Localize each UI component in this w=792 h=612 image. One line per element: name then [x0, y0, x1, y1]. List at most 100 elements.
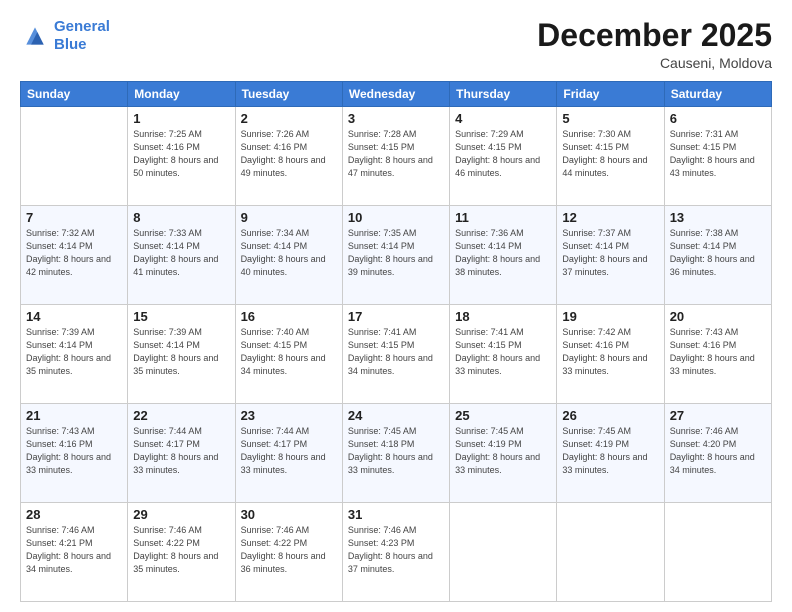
logo-text: General Blue: [54, 18, 110, 54]
day-info: Sunrise: 7:44 AM Sunset: 4:17 PM Dayligh…: [241, 425, 337, 477]
day-number: 29: [133, 507, 229, 522]
calendar-cell: 15 Sunrise: 7:39 AM Sunset: 4:14 PM Dayli…: [128, 305, 235, 404]
weekday-header-thursday: Thursday: [450, 82, 557, 107]
calendar-cell: [664, 503, 771, 602]
day-info: Sunrise: 7:32 AM Sunset: 4:14 PM Dayligh…: [26, 227, 122, 279]
day-number: 7: [26, 210, 122, 225]
day-info: Sunrise: 7:28 AM Sunset: 4:15 PM Dayligh…: [348, 128, 444, 180]
weekday-header-sunday: Sunday: [21, 82, 128, 107]
day-info: Sunrise: 7:26 AM Sunset: 4:16 PM Dayligh…: [241, 128, 337, 180]
day-info: Sunrise: 7:43 AM Sunset: 4:16 PM Dayligh…: [26, 425, 122, 477]
calendar-cell: 1Sunrise: 7:25 AM Sunset: 4:16 PM Daylig…: [128, 107, 235, 206]
day-number: 11: [455, 210, 551, 225]
calendar-cell: 3 Sunrise: 7:28 AM Sunset: 4:15 PM Daylig…: [342, 107, 449, 206]
title-block: December 2025 Causeni, Moldova: [537, 18, 772, 71]
day-number: 19: [562, 309, 658, 324]
calendar-cell: 30Sunrise: 7:46 AM Sunset: 4:22 PM Dayli…: [235, 503, 342, 602]
calendar-cell: 10 Sunrise: 7:35 AM Sunset: 4:14 PM Dayli…: [342, 206, 449, 305]
day-info: Sunrise: 7:29 AM Sunset: 4:15 PM Dayligh…: [455, 128, 551, 180]
calendar-cell: [450, 503, 557, 602]
day-number: 27: [670, 408, 766, 423]
day-info: Sunrise: 7:39 AM Sunset: 4:14 PM Dayligh…: [133, 326, 229, 378]
day-info: Sunrise: 7:45 AM Sunset: 4:19 PM Dayligh…: [455, 425, 551, 477]
week-row-2: 7 Sunrise: 7:32 AM Sunset: 4:14 PM Daylig…: [21, 206, 772, 305]
day-number: 5: [562, 111, 658, 126]
week-row-1: 1Sunrise: 7:25 AM Sunset: 4:16 PM Daylig…: [21, 107, 772, 206]
calendar-cell: 5Sunrise: 7:30 AM Sunset: 4:15 PM Daylig…: [557, 107, 664, 206]
day-number: 23: [241, 408, 337, 423]
calendar-cell: 21Sunrise: 7:43 AM Sunset: 4:16 PM Dayli…: [21, 404, 128, 503]
day-number: 1: [133, 111, 229, 126]
day-info: Sunrise: 7:38 AM Sunset: 4:14 PM Dayligh…: [670, 227, 766, 279]
day-info: Sunrise: 7:33 AM Sunset: 4:14 PM Dayligh…: [133, 227, 229, 279]
calendar-cell: 11 Sunrise: 7:36 AM Sunset: 4:14 PM Dayli…: [450, 206, 557, 305]
day-number: 10: [348, 210, 444, 225]
page: General Blue December 2025 Causeni, Mold…: [0, 0, 792, 612]
calendar-cell: 7 Sunrise: 7:32 AM Sunset: 4:14 PM Daylig…: [21, 206, 128, 305]
day-number: 2: [241, 111, 337, 126]
logo: General Blue: [20, 18, 110, 54]
calendar-cell: 8 Sunrise: 7:33 AM Sunset: 4:14 PM Daylig…: [128, 206, 235, 305]
calendar-cell: 29 Sunrise: 7:46 AM Sunset: 4:22 PM Dayli…: [128, 503, 235, 602]
day-number: 4: [455, 111, 551, 126]
day-info: Sunrise: 7:40 AM Sunset: 4:15 PM Dayligh…: [241, 326, 337, 378]
calendar-cell: 23 Sunrise: 7:44 AM Sunset: 4:17 PM Dayli…: [235, 404, 342, 503]
day-number: 8: [133, 210, 229, 225]
day-info: Sunrise: 7:36 AM Sunset: 4:14 PM Dayligh…: [455, 227, 551, 279]
calendar-cell: 22 Sunrise: 7:44 AM Sunset: 4:17 PM Dayli…: [128, 404, 235, 503]
day-number: 14: [26, 309, 122, 324]
week-row-5: 28Sunrise: 7:46 AM Sunset: 4:21 PM Dayli…: [21, 503, 772, 602]
calendar-cell: 19Sunrise: 7:42 AM Sunset: 4:16 PM Dayli…: [557, 305, 664, 404]
weekday-header-row: SundayMondayTuesdayWednesdayThursdayFrid…: [21, 82, 772, 107]
calendar-cell: 31 Sunrise: 7:46 AM Sunset: 4:23 PM Dayli…: [342, 503, 449, 602]
calendar-cell: 24Sunrise: 7:45 AM Sunset: 4:18 PM Dayli…: [342, 404, 449, 503]
day-number: 22: [133, 408, 229, 423]
weekday-header-friday: Friday: [557, 82, 664, 107]
day-info: Sunrise: 7:45 AM Sunset: 4:19 PM Dayligh…: [562, 425, 658, 477]
calendar-cell: 2 Sunrise: 7:26 AM Sunset: 4:16 PM Daylig…: [235, 107, 342, 206]
day-info: Sunrise: 7:34 AM Sunset: 4:14 PM Dayligh…: [241, 227, 337, 279]
day-info: Sunrise: 7:31 AM Sunset: 4:15 PM Dayligh…: [670, 128, 766, 180]
weekday-header-monday: Monday: [128, 82, 235, 107]
calendar-cell: 27 Sunrise: 7:46 AM Sunset: 4:20 PM Dayli…: [664, 404, 771, 503]
day-info: Sunrise: 7:46 AM Sunset: 4:20 PM Dayligh…: [670, 425, 766, 477]
main-title: December 2025: [537, 18, 772, 53]
day-number: 16: [241, 309, 337, 324]
calendar-cell: 12 Sunrise: 7:37 AM Sunset: 4:14 PM Dayli…: [557, 206, 664, 305]
weekday-header-tuesday: Tuesday: [235, 82, 342, 107]
day-info: Sunrise: 7:41 AM Sunset: 4:15 PM Dayligh…: [455, 326, 551, 378]
day-number: 9: [241, 210, 337, 225]
header: General Blue December 2025 Causeni, Mold…: [20, 18, 772, 71]
day-number: 28: [26, 507, 122, 522]
calendar-cell: 20 Sunrise: 7:43 AM Sunset: 4:16 PM Dayli…: [664, 305, 771, 404]
day-number: 18: [455, 309, 551, 324]
day-number: 12: [562, 210, 658, 225]
week-row-4: 21Sunrise: 7:43 AM Sunset: 4:16 PM Dayli…: [21, 404, 772, 503]
day-number: 6: [670, 111, 766, 126]
day-number: 31: [348, 507, 444, 522]
calendar-cell: 6 Sunrise: 7:31 AM Sunset: 4:15 PM Daylig…: [664, 107, 771, 206]
day-number: 20: [670, 309, 766, 324]
calendar-cell: 18 Sunrise: 7:41 AM Sunset: 4:15 PM Dayli…: [450, 305, 557, 404]
day-number: 26: [562, 408, 658, 423]
week-row-3: 14 Sunrise: 7:39 AM Sunset: 4:14 PM Dayli…: [21, 305, 772, 404]
day-number: 24: [348, 408, 444, 423]
weekday-header-wednesday: Wednesday: [342, 82, 449, 107]
weekday-header-saturday: Saturday: [664, 82, 771, 107]
subtitle: Causeni, Moldova: [537, 55, 772, 71]
day-number: 15: [133, 309, 229, 324]
day-info: Sunrise: 7:46 AM Sunset: 4:23 PM Dayligh…: [348, 524, 444, 576]
logo-blue: Blue: [54, 36, 87, 53]
day-number: 3: [348, 111, 444, 126]
day-info: Sunrise: 7:44 AM Sunset: 4:17 PM Dayligh…: [133, 425, 229, 477]
calendar-cell: 9 Sunrise: 7:34 AM Sunset: 4:14 PM Daylig…: [235, 206, 342, 305]
day-number: 25: [455, 408, 551, 423]
day-info: Sunrise: 7:41 AM Sunset: 4:15 PM Dayligh…: [348, 326, 444, 378]
day-info: Sunrise: 7:37 AM Sunset: 4:14 PM Dayligh…: [562, 227, 658, 279]
day-info: Sunrise: 7:46 AM Sunset: 4:22 PM Dayligh…: [133, 524, 229, 576]
day-info: Sunrise: 7:35 AM Sunset: 4:14 PM Dayligh…: [348, 227, 444, 279]
calendar-cell: 28Sunrise: 7:46 AM Sunset: 4:21 PM Dayli…: [21, 503, 128, 602]
day-number: 13: [670, 210, 766, 225]
day-number: 30: [241, 507, 337, 522]
day-info: Sunrise: 7:43 AM Sunset: 4:16 PM Dayligh…: [670, 326, 766, 378]
